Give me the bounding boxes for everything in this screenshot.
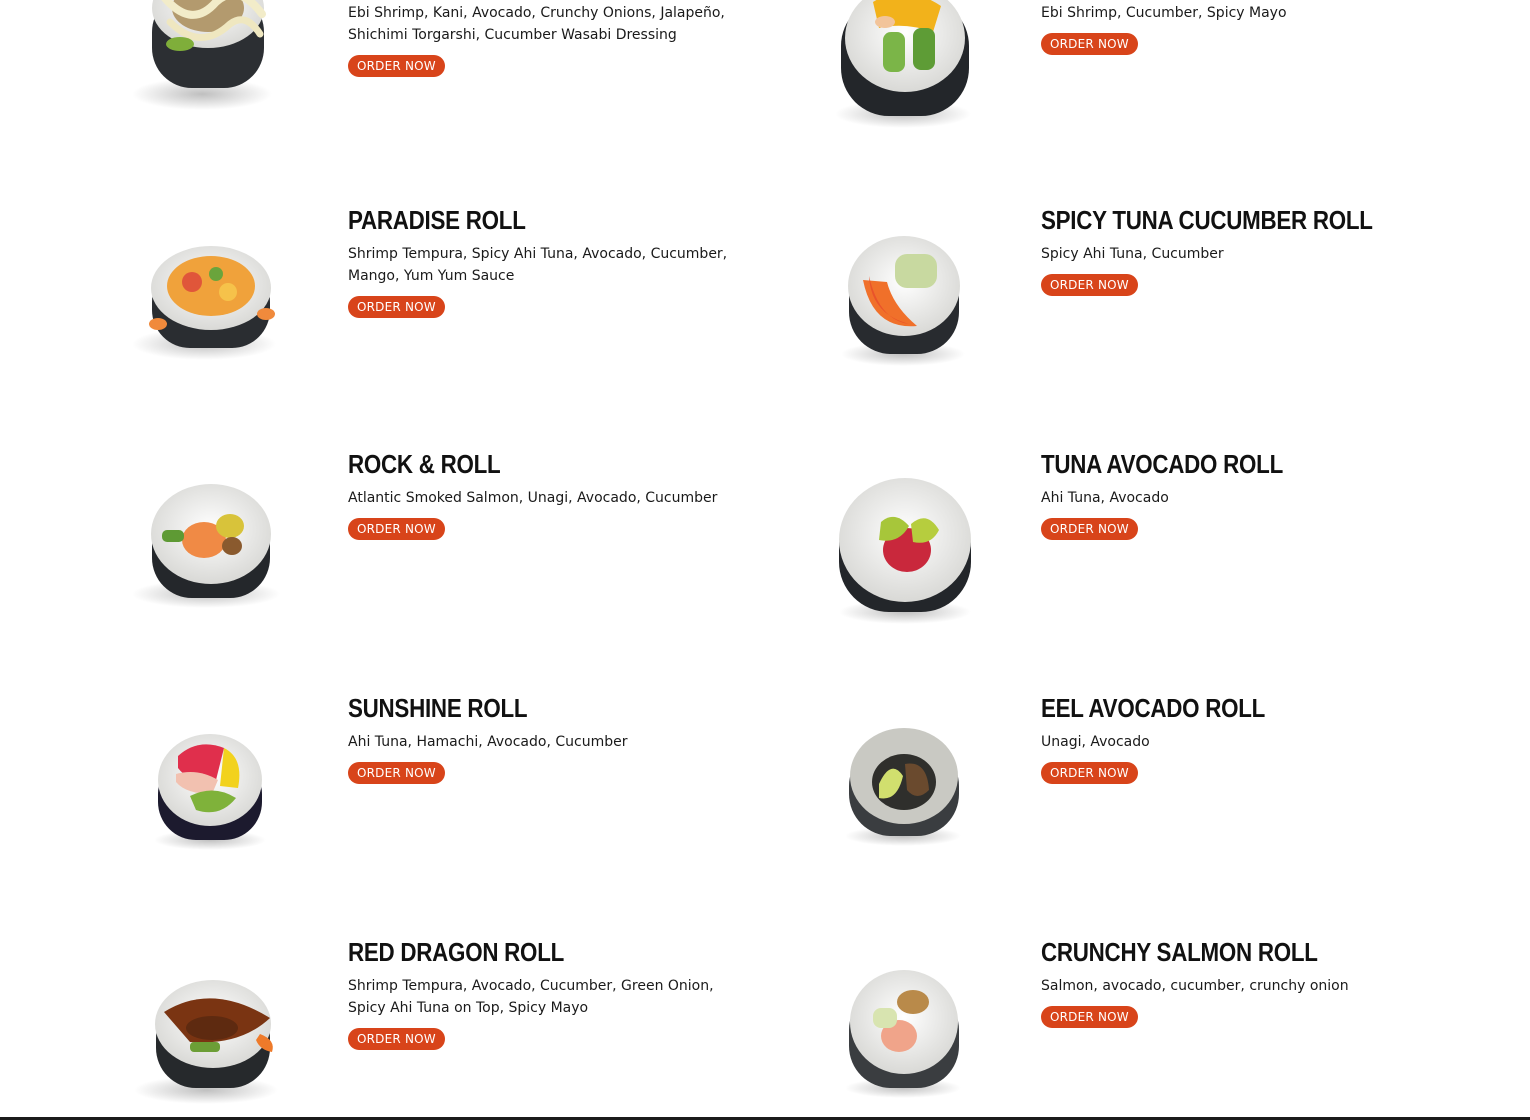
sushi-roll-image [120,942,300,1120]
sushi-roll-image [813,942,993,1120]
menu-item: ROCK & ROLL Atlantic Smoked Salmon, Unag… [120,449,820,649]
order-now-button[interactable]: ORDER NOW [348,55,445,77]
menu-item: CRUNCHY SALMON ROLL Salmon, avocado, cuc… [813,937,1513,1120]
item-description: Unagi, Avocado [1041,734,1150,750]
sushi-roll-image [120,454,300,634]
sushi-roll-image [813,454,993,634]
item-name: CRUNCHY SALMON ROLL [1041,937,1318,967]
item-description: Ebi Shrimp, Cucumber, Spicy Mayo [1041,5,1287,21]
menu-item: EEL AVOCADO ROLL Unagi, Avocado ORDER NO… [813,693,1513,893]
item-description: Atlantic Smoked Salmon, Unagi, Avocado, … [348,490,718,506]
menu-item: TUNA AVOCADO ROLL Ahi Tuna, Avocado ORDE… [813,449,1513,649]
item-name: PARADISE ROLL [348,205,526,235]
item-name: SUNSHINE ROLL [348,693,528,723]
order-now-button[interactable]: ORDER NOW [1041,1006,1138,1028]
item-name: TUNA AVOCADO ROLL [1041,449,1283,479]
order-now-button[interactable]: ORDER NOW [1041,518,1138,540]
item-name: ROCK & ROLL [348,449,501,479]
item-name: RED DRAGON ROLL [348,937,565,967]
sushi-roll-image [120,698,300,878]
sushi-roll-image [120,0,300,132]
sushi-roll-image [813,210,993,390]
order-now-button[interactable]: ORDER NOW [1041,33,1138,55]
order-now-button[interactable]: ORDER NOW [348,762,445,784]
item-name: SPICY TUNA CUCUMBER ROLL [1041,205,1373,235]
menu-item: RED DRAGON ROLL Shrimp Tempura, Avocado,… [120,937,820,1120]
menu-item: Ebi Shrimp, Kani, Avocado, Crunchy Onion… [120,0,820,158]
item-description: Ahi Tuna, Avocado [1041,490,1169,506]
item-description: Salmon, avocado, cucumber, crunchy onion [1041,978,1349,994]
sushi-roll-image [813,698,993,878]
order-now-button[interactable]: ORDER NOW [348,518,445,540]
menu-item: SPICY TUNA CUCUMBER ROLL Spicy Ahi Tuna,… [813,205,1513,405]
order-now-button[interactable]: ORDER NOW [1041,274,1138,296]
sushi-roll-image [813,0,993,142]
menu-item: Ebi Shrimp, Cucumber, Spicy Mayo ORDER N… [813,0,1513,158]
item-description: Shrimp Tempura, Avocado, Cucumber, Green… [348,978,714,1016]
order-now-button[interactable]: ORDER NOW [348,1028,445,1050]
menu-item: PARADISE ROLL Shrimp Tempura, Spicy Ahi … [120,205,820,405]
order-now-button[interactable]: ORDER NOW [1041,762,1138,784]
sushi-roll-image [120,210,300,390]
order-now-button[interactable]: ORDER NOW [348,296,445,318]
menu-page: Ebi Shrimp, Kani, Avocado, Crunchy Onion… [0,0,1530,1120]
item-description: Ahi Tuna, Hamachi, Avocado, Cucumber [348,734,628,750]
item-name: EEL AVOCADO ROLL [1041,693,1266,723]
item-description: Ebi Shrimp, Kani, Avocado, Crunchy Onion… [348,5,725,43]
item-description: Shrimp Tempura, Spicy Ahi Tuna, Avocado,… [348,246,728,284]
item-description: Spicy Ahi Tuna, Cucumber [1041,246,1224,262]
menu-item: SUNSHINE ROLL Ahi Tuna, Hamachi, Avocado… [120,693,820,893]
